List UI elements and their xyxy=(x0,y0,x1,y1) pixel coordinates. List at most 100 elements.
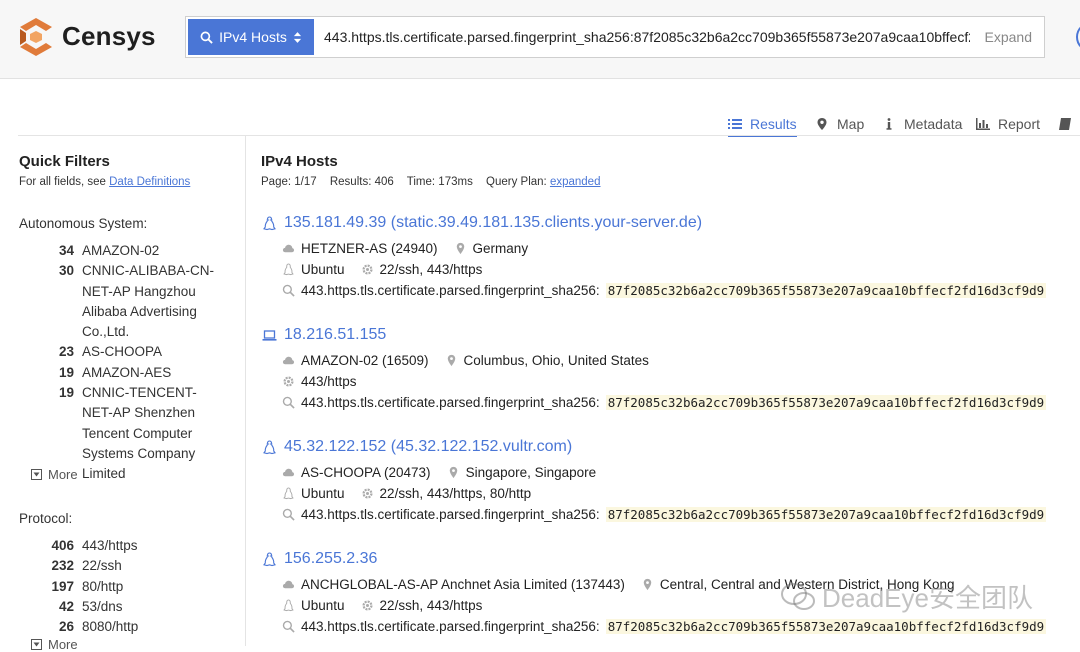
facet-item[interactable]: 19 AMAZON-AES xyxy=(30,363,230,383)
result-meta-row: HETZNER-AS (24940) Germany xyxy=(282,238,1080,259)
tab-report-label: Report xyxy=(998,116,1041,132)
query-plan-link[interactable]: expanded xyxy=(550,176,601,188)
match-field: 443.https.tls.certificate.parsed.fingerp… xyxy=(301,395,600,410)
facet-item[interactable]: 42 53/dns xyxy=(30,597,230,617)
result-services[interactable]: 22/ssh, 443/https xyxy=(380,262,483,277)
facet-item[interactable]: 406 443/https xyxy=(30,536,230,556)
result-meta-row: Ubuntu 22/ssh, 443/https, 80/http xyxy=(282,483,1080,504)
linux-icon xyxy=(263,551,276,566)
query-time: Time: 173ms xyxy=(406,176,473,188)
book-icon xyxy=(1059,118,1071,130)
facet-count: 30 xyxy=(58,263,74,279)
result-title: 156.255.2.36 xyxy=(284,550,378,567)
gear-icon xyxy=(362,488,373,499)
match-value: 87f2085c32b6a2cc709b365f55873e207a9caa10… xyxy=(605,283,1047,298)
more-label: More xyxy=(48,467,78,482)
tab-docs[interactable] xyxy=(1058,112,1072,136)
query-input[interactable] xyxy=(324,19,970,55)
result-location[interactable]: Singapore, Singapore xyxy=(466,465,597,480)
facet-list-autonomous-system: 34 AMAZON-02 30 CNNIC-ALIBABA-CN-NET-AP … xyxy=(30,241,230,485)
tab-map[interactable]: Map xyxy=(815,112,864,136)
watermark-text: DeadEye安全团队 xyxy=(822,583,1033,613)
tabs-divider xyxy=(18,135,1080,136)
result-title-link[interactable]: 156.255.2.36 xyxy=(262,548,1080,570)
tab-results[interactable]: Results xyxy=(728,112,797,137)
user-avatar[interactable] xyxy=(1076,22,1080,52)
index-select-label: IPv4 Hosts xyxy=(219,29,287,45)
facet-label: 443/https xyxy=(82,538,138,553)
info-icon xyxy=(886,118,892,130)
index-select-button[interactable]: IPv4 Hosts xyxy=(188,19,314,55)
search-icon xyxy=(200,31,213,44)
facet-item[interactable]: 26 8080/http xyxy=(30,617,230,637)
cloud-icon xyxy=(282,244,295,253)
magnifier-icon xyxy=(282,396,295,409)
sort-caret-icon xyxy=(293,31,301,43)
result-os[interactable]: Ubuntu xyxy=(301,486,345,501)
result-title-link[interactable]: 45.32.122.152 (45.32.122.152.vultr.com) xyxy=(262,436,1080,458)
result-title-link[interactable]: 18.216.51.155 xyxy=(262,324,1080,346)
result-item: 18.216.51.155 AMAZON-02 (16509) Columbus… xyxy=(262,324,1080,413)
facet-item[interactable]: 34 AMAZON-02 xyxy=(30,241,230,261)
result-services[interactable]: 22/ssh, 443/https xyxy=(380,598,483,613)
cloud-icon xyxy=(282,580,295,589)
facet-count: 232 xyxy=(51,558,74,574)
facet-item[interactable]: 30 CNNIC-ALIBABA-CN-NET-AP Hangzhou Alib… xyxy=(30,261,230,342)
censys-logo[interactable]: Censys xyxy=(18,16,156,56)
facet-label: CNNIC-TENCENT-NET-AP Shenzhen Tencent Co… xyxy=(82,385,197,482)
results-meta: Page: 1/17 Results: 406 Time: 173ms Quer… xyxy=(261,176,600,188)
result-title: 45.32.122.152 (45.32.122.152.vultr.com) xyxy=(284,438,573,455)
query-plan-label: Query Plan: xyxy=(486,176,550,188)
laptop-icon xyxy=(262,329,277,341)
magnifier-icon xyxy=(282,284,295,297)
quick-filters-subtitle: For all fields, see Data Definitions xyxy=(19,176,190,188)
expand-link[interactable]: Expand xyxy=(985,29,1032,45)
result-as[interactable]: AS-CHOOPA (20473) xyxy=(301,465,431,480)
result-location[interactable]: Columbus, Ohio, United States xyxy=(464,353,649,368)
match-field: 443.https.tls.certificate.parsed.fingerp… xyxy=(301,283,600,298)
result-meta-row: 443/https xyxy=(282,371,1080,392)
bar-chart-icon xyxy=(976,118,990,130)
facet-item[interactable]: 23 AS-CHOOPA xyxy=(30,342,230,362)
match-value: 87f2085c32b6a2cc709b365f55873e207a9caa10… xyxy=(605,395,1047,410)
result-os[interactable]: Ubuntu xyxy=(301,598,345,613)
result-services[interactable]: 443/https xyxy=(301,374,357,389)
facet-label: 8080/http xyxy=(82,619,139,635)
facet-label: 22/ssh xyxy=(82,558,122,574)
result-location[interactable]: Germany xyxy=(473,241,529,256)
tab-metadata-label: Metadata xyxy=(904,116,963,132)
tab-report[interactable]: Report xyxy=(976,112,1040,136)
list-icon xyxy=(728,118,742,129)
subtitle-prefix: For all fields, see xyxy=(19,176,110,188)
result-as[interactable]: AMAZON-02 (16509) xyxy=(301,353,429,368)
result-match-row: 443.https.tls.certificate.parsed.fingerp… xyxy=(282,392,1080,413)
expand-square-icon xyxy=(31,639,42,650)
facet-count: 23 xyxy=(58,344,74,360)
facet-item[interactable]: 232 22/ssh xyxy=(30,556,230,576)
result-meta-row: Ubuntu 22/ssh, 443/https xyxy=(282,259,1080,280)
result-title-link[interactable]: 135.181.49.39 (static.39.49.181.135.clie… xyxy=(262,212,1080,234)
magnifier-icon xyxy=(282,508,295,521)
facet-count: 42 xyxy=(58,598,74,614)
result-as[interactable]: ANCHGLOBAL-AS-AP Anchnet Asia Limited (1… xyxy=(301,577,625,592)
facet-count: 34 xyxy=(58,243,74,258)
more-label: More xyxy=(48,637,78,652)
os-linux-icon xyxy=(283,487,294,500)
tab-metadata[interactable]: Metadata xyxy=(882,112,962,136)
expand-square-icon xyxy=(31,469,42,480)
facet-item[interactable]: 197 80/http xyxy=(30,577,230,597)
match-field: 443.https.tls.certificate.parsed.fingerp… xyxy=(301,619,600,634)
wechat-icon xyxy=(781,582,815,610)
facet-count: 26 xyxy=(58,619,74,635)
logo-text: Censys xyxy=(62,20,156,51)
result-os[interactable]: Ubuntu xyxy=(301,262,345,277)
results-count: Results: 406 xyxy=(329,176,394,188)
result-as[interactable]: HETZNER-AS (24940) xyxy=(301,241,438,256)
data-definitions-link[interactable]: Data Definitions xyxy=(109,176,190,188)
watermark: DeadEye安全团队 xyxy=(780,578,1033,615)
facet-more-protocol[interactable]: More xyxy=(31,637,78,652)
result-services[interactable]: 22/ssh, 443/https, 80/http xyxy=(380,486,532,501)
magnifier-icon xyxy=(282,620,295,633)
result-match-row: 443.https.tls.certificate.parsed.fingerp… xyxy=(282,504,1080,525)
facet-more-autonomous-system[interactable]: More xyxy=(31,467,78,482)
